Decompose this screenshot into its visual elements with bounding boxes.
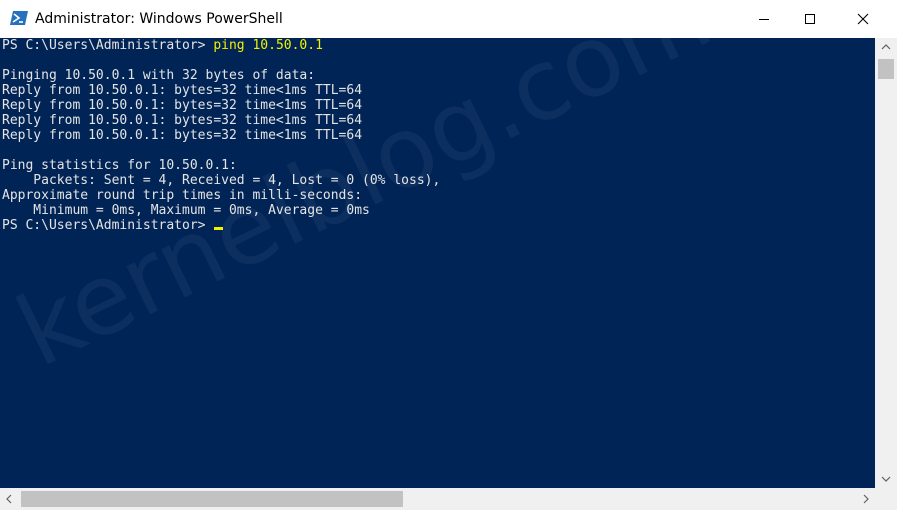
chevron-down-icon <box>881 476 891 482</box>
command-text: ping 10.50.0.1 <box>213 38 323 53</box>
horizontal-scrollbar[interactable] <box>0 488 875 510</box>
scroll-down-button[interactable] <box>875 470 897 488</box>
scroll-up-button[interactable] <box>875 38 897 56</box>
console-line: Pinging 10.50.0.1 with 32 bytes of data: <box>2 68 316 83</box>
console-line: Ping statistics for 10.50.0.1: <box>2 158 237 173</box>
powershell-icon[interactable] <box>10 10 28 26</box>
console-line: Minimum = 0ms, Maximum = 0ms, Average = … <box>2 203 370 218</box>
window-title: Administrator: Windows PowerShell <box>35 11 283 27</box>
console-line: Reply from 10.50.0.1: bytes=32 time<1ms … <box>2 83 363 98</box>
close-icon <box>857 13 869 25</box>
title-bar[interactable]: Administrator: Windows PowerShell <box>0 0 897 38</box>
scrollbar-corner <box>875 488 897 510</box>
prompt: PS C:\Users\Administrator> <box>2 218 214 233</box>
prompt: PS C:\Users\Administrator> <box>2 38 214 53</box>
console-line: Packets: Sent = 4, Received = 4, Lost = … <box>2 173 441 188</box>
vertical-scroll-thumb[interactable] <box>878 59 894 79</box>
horizontal-scroll-thumb[interactable] <box>21 491 403 507</box>
console-line: Reply from 10.50.0.1: bytes=32 time<1ms … <box>2 128 363 143</box>
minimize-icon <box>759 19 769 20</box>
vertical-scrollbar[interactable] <box>875 38 897 488</box>
maximize-button[interactable] <box>787 0 833 38</box>
scroll-left-button[interactable] <box>0 488 18 510</box>
chevron-left-icon <box>6 494 12 504</box>
console-text: PS C:\Users\Administrator> ping 10.50.0.… <box>0 38 875 233</box>
minimize-button[interactable] <box>741 0 787 38</box>
console-line: Reply from 10.50.0.1: bytes=32 time<1ms … <box>2 98 363 113</box>
close-button[interactable] <box>840 0 886 38</box>
console-line: Approximate round trip times in milli-se… <box>2 188 363 203</box>
maximize-icon <box>805 14 815 24</box>
console-output[interactable]: kernelblog.com PS C:\Users\Administrator… <box>0 38 875 488</box>
chevron-right-icon <box>863 494 869 504</box>
console-line: Reply from 10.50.0.1: bytes=32 time<1ms … <box>2 113 363 128</box>
text-cursor[interactable] <box>214 227 224 230</box>
chevron-up-icon <box>881 44 891 50</box>
scroll-right-button[interactable] <box>857 488 875 510</box>
